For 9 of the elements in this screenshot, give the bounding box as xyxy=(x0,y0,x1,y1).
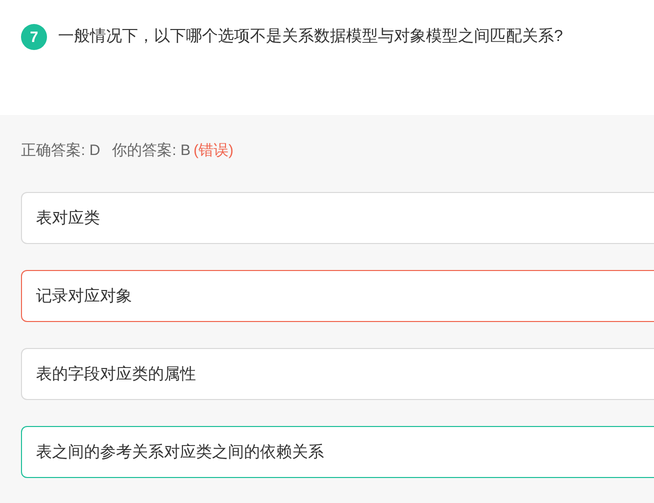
answer-option[interactable]: 表对应类 xyxy=(21,192,654,244)
question-text: 一般情况下，以下哪个选项不是关系数据模型与对象模型之间匹配关系? xyxy=(58,26,563,47)
answer-option[interactable]: 表的字段对应类的属性 xyxy=(21,348,654,400)
verdict-text: (错误) xyxy=(194,141,234,160)
question-number-badge: 7 xyxy=(21,24,47,50)
your-answer-text: 你的答案: B xyxy=(112,141,191,160)
correct-answer-text: 正确答案: D xyxy=(21,141,100,160)
answer-option[interactable]: 记录对应对象 xyxy=(21,270,654,322)
answer-option[interactable]: 表之间的参考关系对应类之间的依赖关系 xyxy=(21,426,654,478)
